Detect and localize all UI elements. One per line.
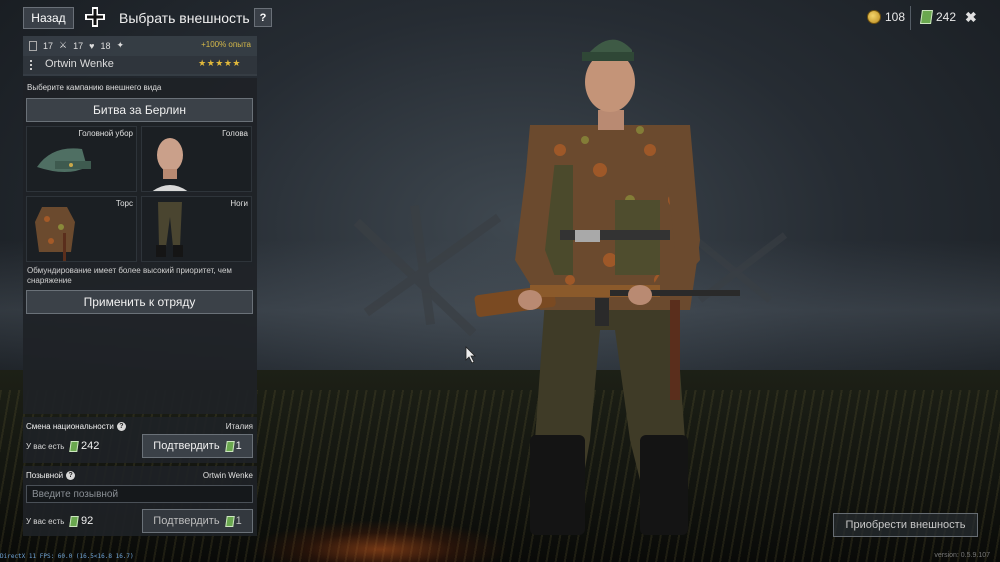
- soldier-stats: 17 ⚔ 17 ♥ 18 ✦: [29, 40, 124, 51]
- ticket-icon: [69, 515, 79, 527]
- soldier-character[interactable]: [474, 39, 740, 535]
- callsign-title-row: Позывной ?: [26, 471, 76, 480]
- nationality-have-label: У вас есть: [26, 442, 65, 451]
- slot-headwear-label: Головной убор: [78, 129, 133, 138]
- slot-legs-label: Ноги: [230, 199, 248, 208]
- campaign-select-button[interactable]: Битва за Берлин: [26, 98, 253, 122]
- page-title: Выбрать внешность: [119, 10, 250, 26]
- ticket-value: 242: [936, 10, 957, 24]
- callsign-confirm-button[interactable]: Подтвердить 1: [142, 509, 253, 533]
- ticket-icon: [224, 515, 235, 527]
- slot-torso-label: Торс: [115, 199, 133, 208]
- heart-icon: ♥: [89, 40, 95, 51]
- slot-head[interactable]: Голова: [141, 126, 252, 192]
- mouse-cursor-icon: [465, 346, 476, 364]
- nationality-title-row: Смена национальности ?: [26, 422, 126, 431]
- nationality-balance: 242: [81, 440, 100, 452]
- ticket-icon: [69, 440, 79, 452]
- nationality-have-value: 242: [69, 440, 100, 452]
- ticket-counter: 242: [920, 10, 957, 24]
- stat-2: 17: [73, 40, 84, 51]
- slot-headwear[interactable]: Головной убор: [26, 126, 137, 192]
- buy-appearance-button[interactable]: Приобрести внешность: [833, 513, 978, 537]
- nationality-confirm-label: Подтвердить: [153, 440, 220, 452]
- close-button[interactable]: ✖: [965, 9, 977, 26]
- nationality-panel: Смена национальности ? Италия У вас есть…: [23, 417, 257, 463]
- callsign-have-label: У вас есть: [26, 517, 65, 526]
- xp-bonus: +100% опыта: [201, 40, 251, 49]
- callsign-current: Ortwin Wenke: [202, 471, 253, 480]
- callsign-cost: 1: [235, 515, 242, 527]
- top-bar: Назад Выбрать внешность ? 108 242 ✖: [0, 0, 1000, 36]
- nationality-cost: 1: [235, 440, 242, 452]
- slot-legs[interactable]: Ноги: [141, 196, 252, 262]
- priority-note: Обмундирование имеет более высокий приор…: [27, 266, 232, 285]
- ticket-icon: [224, 440, 235, 452]
- nationality-title: Смена национальности: [26, 422, 114, 431]
- callsign-balance: 92: [81, 515, 94, 527]
- gold-counter: 108: [867, 10, 905, 24]
- crosshair-icon: ✦: [116, 40, 125, 50]
- back-button[interactable]: Назад: [23, 7, 74, 29]
- list-icon: [29, 40, 37, 51]
- callsign-panel: Позывной ? Ortwin Wenke У вас есть 92 По…: [23, 466, 257, 536]
- callsign-input[interactable]: [26, 485, 253, 503]
- callsign-have-value: 92: [69, 515, 94, 527]
- divider: [910, 6, 911, 30]
- iron-cross-icon: [85, 7, 105, 27]
- stat-1: 17: [43, 40, 54, 51]
- callsign-confirm-label: Подтвердить: [153, 515, 220, 527]
- slot-torso[interactable]: Торс: [26, 196, 137, 262]
- person-icon: ⚔: [59, 40, 68, 50]
- nationality-country: Италия: [225, 422, 253, 431]
- soldier-name: Ortwin Wenke: [45, 58, 114, 70]
- stat-3: 18: [100, 40, 111, 51]
- gold-coin-icon: [867, 10, 881, 24]
- soldier-header: 17 ⚔ 17 ♥ 18 ✦ +100% опыта Ortwin Wenke …: [23, 36, 257, 76]
- debug-fps: DirectX 11 FPS: 60.0 (16.5<16.8 16.7): [0, 553, 134, 560]
- question-icon[interactable]: ?: [116, 422, 126, 431]
- rank-icon: [30, 60, 36, 70]
- help-button[interactable]: ?: [254, 8, 272, 27]
- appearance-panel: Выберите кампанию внешнего вида Битва за…: [23, 78, 257, 414]
- ticket-icon: [920, 10, 933, 24]
- soldier-row[interactable]: Ortwin Wenke ★★★★★: [23, 56, 257, 74]
- tank-trap: [353, 204, 502, 337]
- slot-head-label: Голова: [222, 129, 248, 138]
- campaign-label: Выберите кампанию внешнего вида: [27, 83, 162, 92]
- gold-value: 108: [885, 10, 906, 24]
- soldier-stars: ★★★★★: [198, 58, 241, 68]
- nationality-confirm-button[interactable]: Подтвердить 1: [142, 434, 253, 458]
- question-icon[interactable]: ?: [66, 471, 76, 480]
- callsign-title: Позывной: [26, 471, 64, 480]
- apply-to-squad-button[interactable]: Применить к отряду: [26, 290, 253, 314]
- version-label: version: 0.5.9.107: [934, 552, 990, 559]
